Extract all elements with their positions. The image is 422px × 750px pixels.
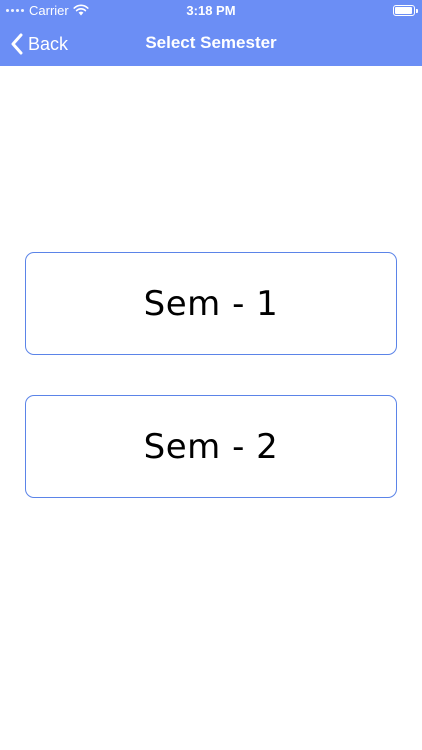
status-bar: Carrier 3:18 PM bbox=[0, 0, 422, 22]
navigation-bar: Back Select Semester bbox=[0, 22, 422, 66]
status-time: 3:18 PM bbox=[186, 3, 236, 18]
semester-1-button[interactable]: Sem - 1 bbox=[25, 252, 397, 355]
battery-icon bbox=[393, 5, 418, 16]
semester-label: Sem - 2 bbox=[143, 426, 279, 467]
semester-label: Sem - 1 bbox=[143, 283, 279, 324]
header: Carrier 3:18 PM Back Select Semester bbox=[0, 0, 422, 66]
semester-2-button[interactable]: Sem - 2 bbox=[25, 395, 397, 498]
page-title: Select Semester bbox=[145, 33, 277, 52]
select-semester-screen: Carrier 3:18 PM Back Select Semester Sem… bbox=[0, 0, 422, 750]
semester-list: Sem - 1 Sem - 2 bbox=[0, 66, 422, 750]
